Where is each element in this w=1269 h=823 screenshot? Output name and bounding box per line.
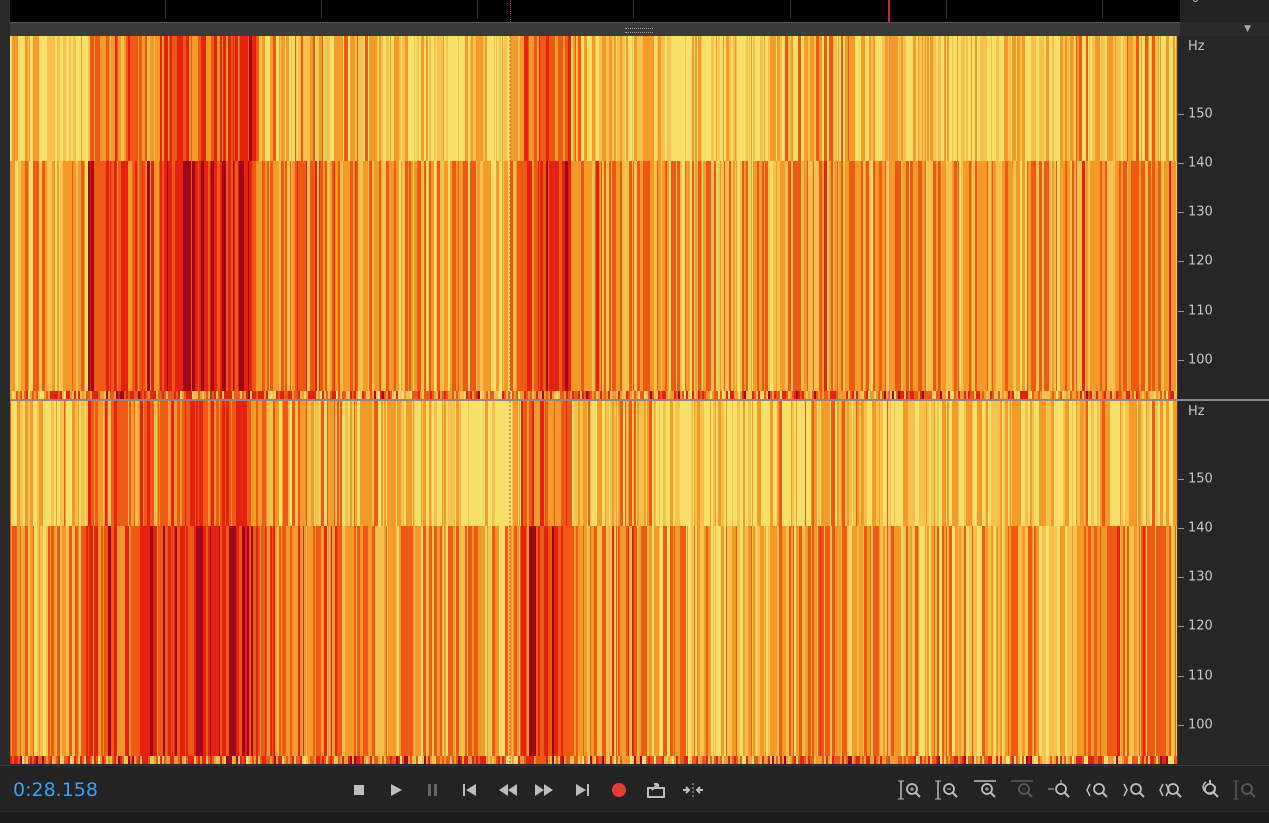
panel-left-edge [0,0,10,765]
frequency-tick [1178,577,1184,579]
spectrogram-channel-1[interactable] [10,36,1177,399]
fast-forward-icon [535,784,553,796]
zoom-playhead-icon [1202,780,1219,798]
frequency-tick-label: 150 [1188,106,1213,121]
rewind-icon [499,784,517,796]
frequency-tick-label: 120 [1188,253,1213,269]
rewind-button[interactable] [495,778,521,802]
zoom-in-time-button[interactable] [972,778,998,802]
zoom-in-at-in-point-button[interactable] [1084,778,1110,802]
transport-bar: 0:28.158 [0,765,1269,812]
frequency-tick [1178,675,1184,677]
scroll-corner: ▼ [1180,22,1269,36]
zoom-selection-icon [1159,783,1182,798]
loop-output-icon [647,783,665,798]
frequency-tick [1178,478,1184,480]
level-label: 0 [1192,0,1199,5]
zoom-in-amplitude-icon [898,780,921,800]
zoom-to-selection-button[interactable] [1158,778,1184,802]
frequency-tick-label: 100 [1188,352,1213,368]
go-to-start-button[interactable] [457,778,483,802]
horizontal-zoom-scrollbar[interactable] [10,22,1180,37]
zoom-in-time-icon [974,780,996,798]
frequency-tick-label: 130 [1188,204,1213,220]
zoom-in-amplitude-button[interactable] [897,778,923,802]
overview-time-tick [477,0,478,18]
current-time-display[interactable]: 0:28.158 [13,779,98,801]
overview-time-tick [946,0,947,18]
frequency-unit-label: Hz [1188,39,1205,54]
overview-level-scale: 0 [1180,0,1269,22]
frequency-tick-label: 140 [1188,155,1213,171]
frequency-tick [1178,261,1184,263]
frequency-tick-label: 120 [1188,618,1213,634]
overview-time-tick [1102,0,1103,18]
frequency-tick-label: 110 [1188,303,1213,319]
selection-marker [510,0,511,22]
pause-button[interactable] [420,778,446,802]
overview-time-tick [321,0,322,18]
zoom-to-playhead-button[interactable] [1195,778,1221,802]
pause-icon [428,784,437,796]
record-icon [612,783,626,797]
overview-time-tick [790,0,791,18]
overview-time-tick [633,0,634,18]
chevron-down-icon[interactable]: ▼ [1244,24,1251,34]
fast-forward-button[interactable] [531,778,557,802]
record-button[interactable] [606,778,632,802]
frequency-tick-label: 140 [1188,520,1213,536]
frequency-ruler-channel-2[interactable]: Hz 150 140 130 120 110 100 [1177,401,1269,764]
spectrogram-image[interactable] [10,401,1177,764]
zoom-out-amplitude-button[interactable] [934,778,960,802]
zoom-out-amplitude-icon [935,780,958,800]
spectrogram-image[interactable] [10,36,1177,399]
frequency-tick [1178,725,1184,726]
go-to-end-button[interactable] [569,778,595,802]
frequency-tick [1178,626,1184,628]
frequency-tick [1178,113,1184,115]
skip-selection-icon [683,783,703,797]
stop-button[interactable] [346,778,372,802]
frequency-tick [1178,360,1184,361]
frequency-tick-label: 150 [1188,471,1213,486]
play-icon [391,784,402,796]
skip-back-icon [463,784,476,796]
zoom-in-at-out-point-button[interactable] [1121,778,1147,802]
zoom-tracks-icon [1233,780,1256,800]
zoom-out-time-icon [1011,780,1033,798]
frequency-tick [1178,310,1184,312]
skip-forward-icon [576,784,589,796]
frequency-tick-label: 110 [1188,668,1213,684]
waveform-overview[interactable] [10,0,1180,22]
frequency-unit-label: Hz [1188,404,1205,419]
zoom-out-full-icon [1048,780,1070,798]
stop-icon [354,785,364,795]
zoom-out-full-button[interactable] [1046,778,1072,802]
frequency-ruler-channel-1[interactable]: Hz 150 140 130 120 110 100 [1177,36,1269,399]
zoom-in-point-icon [1086,783,1108,798]
playhead-marker[interactable] [888,0,890,22]
loop-playback-button[interactable] [643,778,669,802]
spectral-editor: 0 ▼ Hz 150 140 130 120 110 100 Hz 150 140 130 12… [0,0,1269,823]
frequency-tick [1178,162,1184,164]
spectrogram-channel-2[interactable] [10,401,1177,764]
status-strip [0,811,1269,823]
zoom-out-time-button[interactable] [1009,778,1035,802]
frequency-tick-label: 100 [1188,717,1213,733]
overview-time-tick [165,0,166,18]
skip-selection-button[interactable] [680,778,706,802]
frequency-tick [1178,527,1184,529]
play-button[interactable] [383,778,409,802]
zoom-out-point-icon [1123,783,1145,798]
frequency-tick [1178,212,1184,214]
zoom-selected-tracks-button[interactable] [1232,778,1258,802]
scrollbar-grip[interactable] [625,28,653,33]
frequency-tick-label: 130 [1188,569,1213,585]
